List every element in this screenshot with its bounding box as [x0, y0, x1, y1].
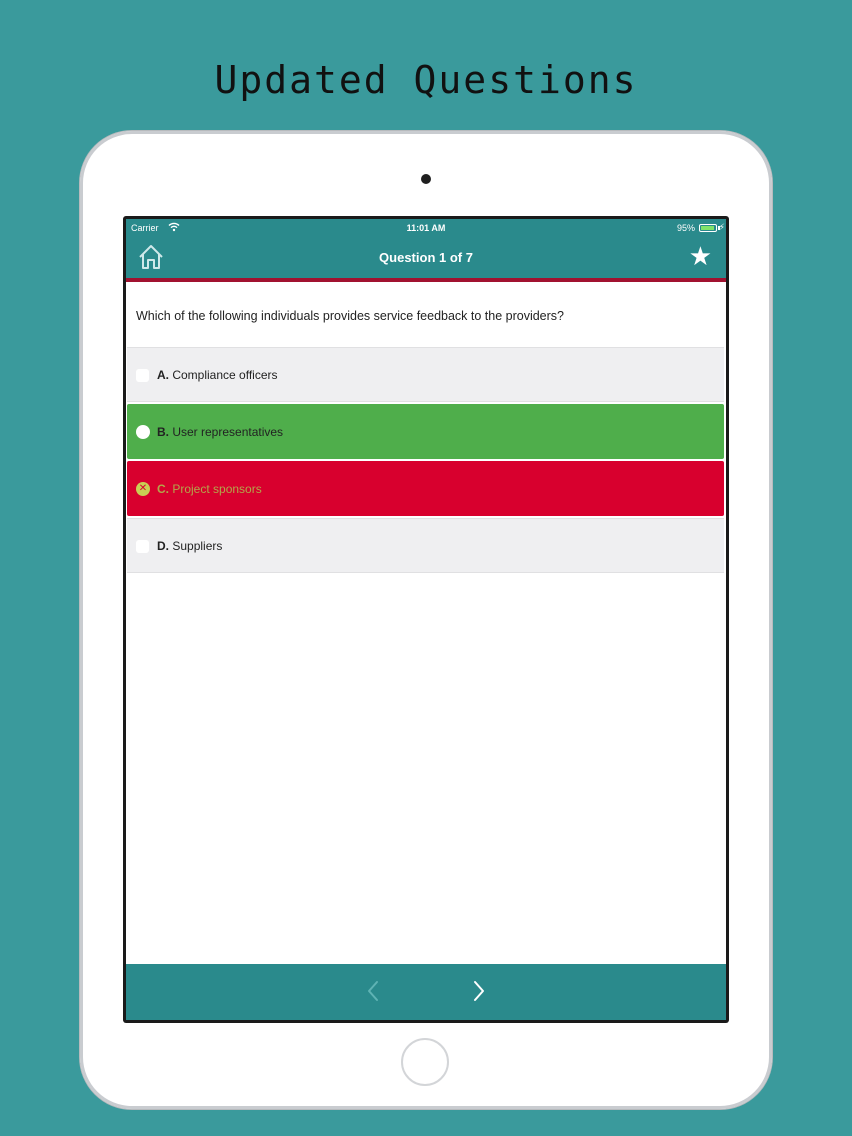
checkbox-icon [136, 369, 149, 382]
star-icon[interactable]: ★ [689, 242, 712, 270]
answer-option-b[interactable]: B. User representatives [127, 404, 724, 459]
answer-option-d[interactable]: D. Suppliers [127, 518, 724, 573]
wrong-x-icon: ✕ [136, 482, 150, 496]
status-bar: Carrier 11:01 AM 95% ⚡ [126, 219, 726, 237]
answer-text: Project sponsors [172, 482, 262, 496]
answer-label: C. Project sponsors [157, 482, 262, 496]
charging-bolt-icon: ⚡ [718, 222, 725, 232]
camera-dot [421, 174, 431, 184]
app-screen: Carrier 11:01 AM 95% ⚡ Question 1 of 7 ★ [126, 219, 726, 1020]
answer-text: User representatives [172, 425, 284, 439]
chevron-right-icon[interactable] [467, 976, 491, 1006]
answer-letter: C. [157, 482, 169, 496]
device-screen: Carrier 11:01 AM 95% ⚡ Question 1 of 7 ★ [123, 216, 729, 1023]
answer-text: Suppliers [172, 539, 223, 553]
nav-bar: Question 1 of 7 ★ [126, 237, 726, 278]
answer-label: B. User representatives [157, 425, 283, 439]
selected-circle-icon [136, 425, 150, 439]
checkbox-icon [136, 540, 149, 553]
answer-label: D. Suppliers [157, 539, 222, 553]
status-time: 11:01 AM [406, 223, 446, 233]
answer-letter: A. [157, 368, 169, 382]
battery-icon [699, 224, 717, 232]
nav-title: Question 1 of 7 [379, 250, 473, 265]
device-home-button[interactable] [401, 1038, 449, 1086]
bottom-toolbar [126, 964, 726, 1020]
chevron-left-icon[interactable] [361, 976, 385, 1006]
answer-option-a[interactable]: A. Compliance officers [127, 347, 724, 402]
question-text: Which of the following individuals provi… [136, 309, 565, 323]
battery-level [701, 226, 715, 230]
answer-label: A. Compliance officers [157, 368, 278, 382]
nav-accent-line [126, 278, 726, 282]
answer-letter: D. [157, 539, 169, 553]
answer-option-c[interactable]: ✕ C. Project sponsors [127, 461, 724, 516]
answer-letter: B. [157, 425, 169, 439]
answer-list: A. Compliance officers B. User represent… [126, 347, 726, 575]
status-battery-text: 95% [676, 223, 695, 233]
answer-text: Compliance officers [172, 368, 278, 382]
headline: Updated Questions [214, 58, 638, 102]
